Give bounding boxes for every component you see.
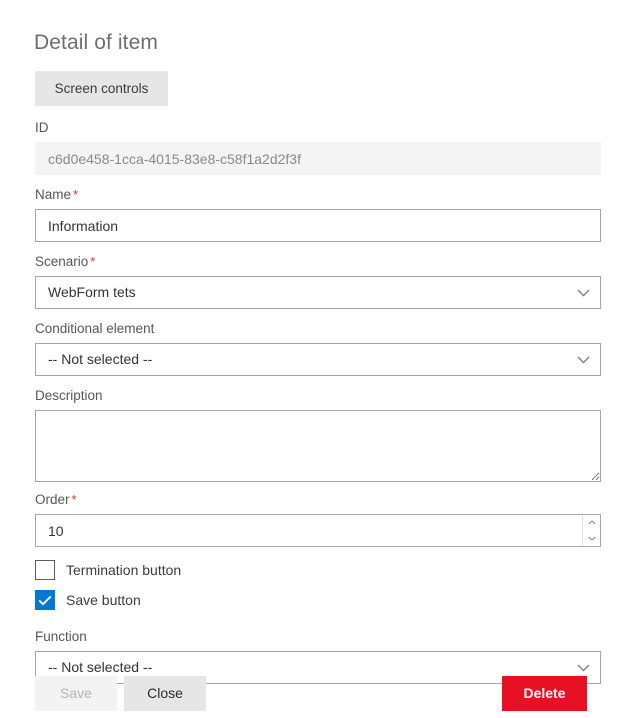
id-input bbox=[35, 142, 601, 175]
order-input[interactable] bbox=[35, 514, 601, 547]
field-conditional-element: Conditional element -- Not selected -- bbox=[35, 321, 601, 376]
form-footer: Save Close Delete bbox=[0, 676, 638, 718]
conditional-element-select-wrap: -- Not selected -- bbox=[35, 343, 601, 376]
page-title: Detail of item bbox=[34, 31, 158, 54]
detail-form-page: Detail of item Screen controls ID Name* … bbox=[0, 0, 638, 718]
scenario-label: Scenario * bbox=[35, 254, 601, 270]
function-label: Function bbox=[35, 629, 87, 644]
conditional-element-select[interactable]: -- Not selected -- bbox=[35, 343, 601, 376]
conditional-element-label: Conditional element bbox=[35, 321, 155, 336]
description-textarea[interactable] bbox=[35, 410, 601, 482]
scenario-required-asterisk: * bbox=[90, 254, 96, 269]
delete-button[interactable]: Delete bbox=[502, 676, 587, 711]
name-required-asterisk: * bbox=[73, 187, 79, 202]
save-button-option-row[interactable]: Save button bbox=[35, 585, 601, 615]
order-number-wrap bbox=[35, 514, 601, 547]
scenario-select-wrap: WebForm tets bbox=[35, 276, 601, 309]
field-scenario: Scenario * WebForm tets bbox=[35, 254, 601, 309]
stepper-up-icon[interactable] bbox=[583, 515, 600, 531]
field-order: Order * bbox=[35, 492, 601, 547]
order-label-text: Order bbox=[35, 492, 70, 507]
termination-button-label[interactable]: Termination button bbox=[66, 562, 181, 578]
item-detail-form: ID Name* Scenario* WebForm tets Conditio… bbox=[35, 120, 601, 684]
quantity-stepper bbox=[582, 515, 600, 546]
id-label: ID bbox=[35, 120, 49, 135]
name-input[interactable] bbox=[35, 209, 601, 242]
scenario-label-text: Scenario bbox=[35, 254, 89, 269]
name-label-text: Name bbox=[35, 187, 72, 202]
termination-button-checkbox[interactable] bbox=[35, 560, 55, 580]
order-label: Order * bbox=[35, 492, 601, 508]
scenario-select[interactable]: WebForm tets bbox=[35, 276, 601, 309]
field-name: Name * bbox=[35, 187, 601, 242]
order-required-asterisk: * bbox=[71, 492, 77, 507]
field-description: Description bbox=[35, 388, 601, 482]
save-button-option-label[interactable]: Save button bbox=[66, 592, 141, 608]
field-id: ID bbox=[35, 120, 601, 175]
name-label: Name * bbox=[35, 187, 601, 203]
save-button-checkbox[interactable] bbox=[35, 590, 55, 610]
stepper-down-icon[interactable] bbox=[583, 531, 600, 547]
close-button[interactable]: Close bbox=[124, 676, 206, 711]
screen-controls-button[interactable]: Screen controls bbox=[35, 71, 168, 106]
termination-button-row[interactable]: Termination button bbox=[35, 555, 601, 585]
description-label: Description bbox=[35, 388, 103, 403]
save-button: Save bbox=[35, 676, 117, 711]
